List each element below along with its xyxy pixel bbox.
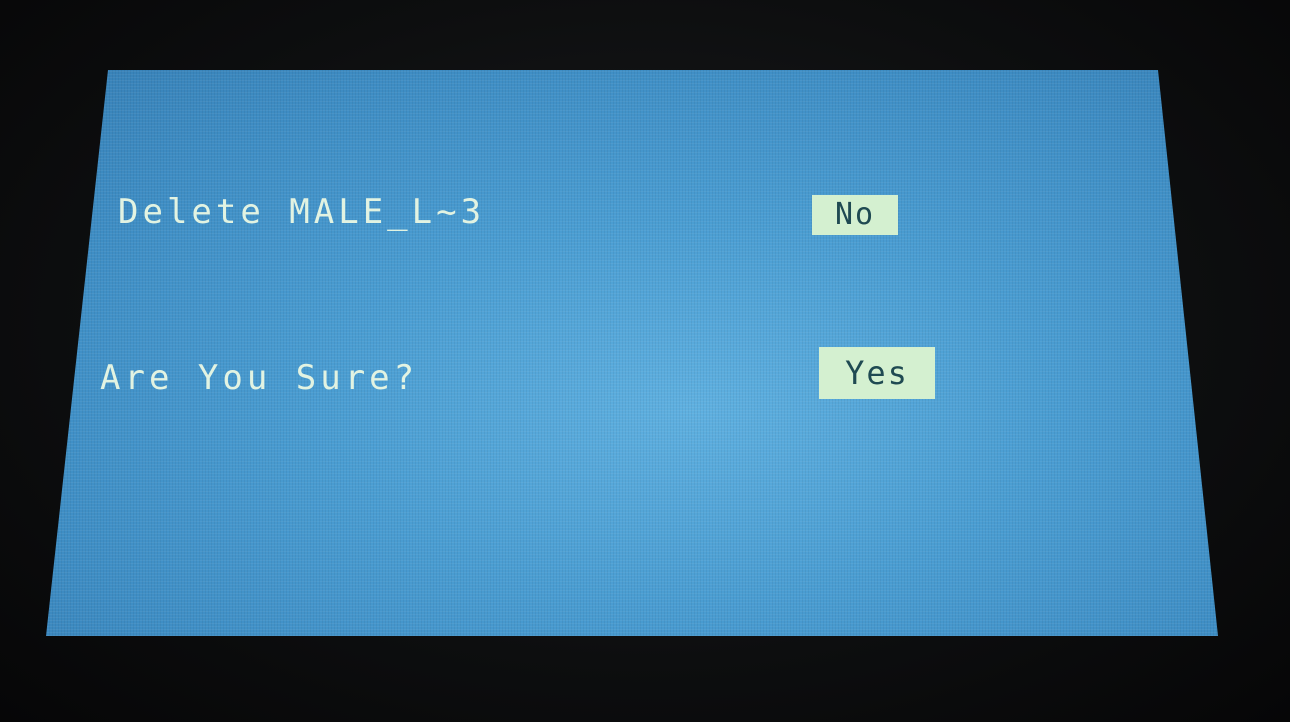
confirm-question: Are You Sure?: [100, 358, 419, 398]
lcd-screen: [46, 70, 1218, 636]
no-button[interactable]: No: [812, 195, 898, 235]
delete-message: Delete MALE_L~3: [118, 192, 486, 232]
yes-button[interactable]: Yes: [819, 347, 935, 399]
